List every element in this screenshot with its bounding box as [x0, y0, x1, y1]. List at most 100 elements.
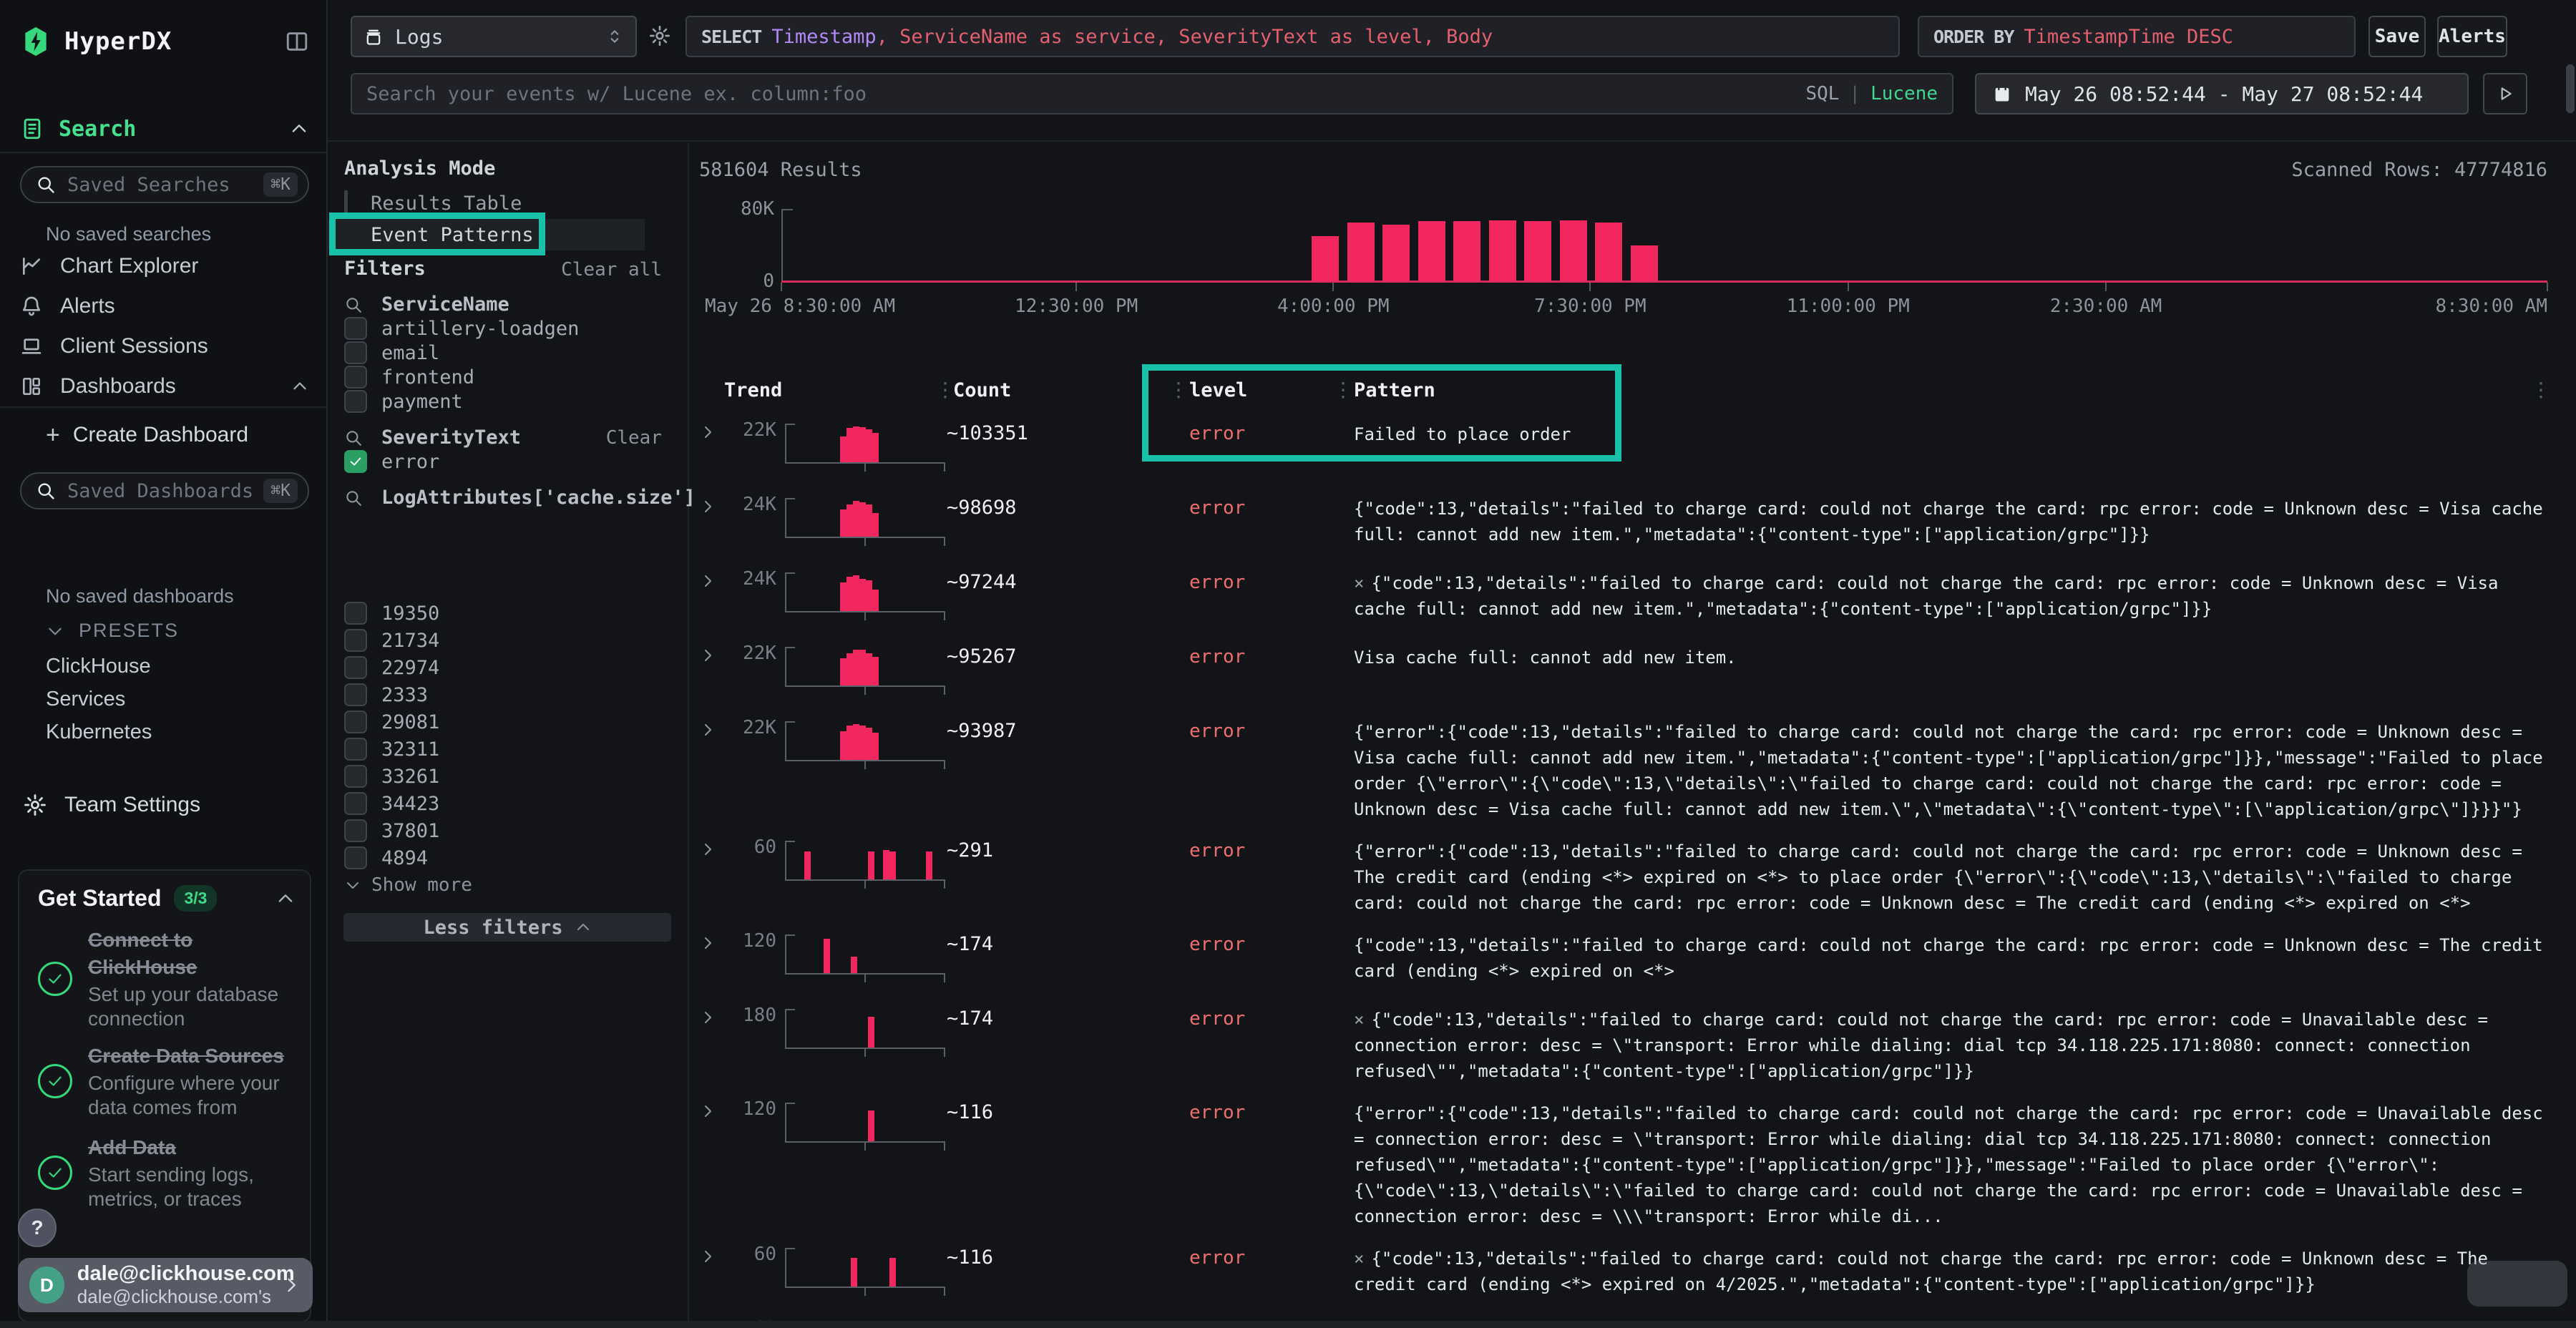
histogram-bar[interactable]	[1631, 245, 1658, 281]
search-icon[interactable]	[344, 296, 363, 314]
column-drag-handle-icon[interactable]: ⋮	[935, 378, 954, 401]
scrollbar-corner-thumb[interactable]	[2467, 1261, 2567, 1307]
column-drag-handle-icon[interactable]: ⋮	[1333, 378, 1352, 401]
checkbox-unchecked[interactable]	[344, 683, 367, 706]
run-query-button[interactable]	[2483, 73, 2527, 114]
get-started-item[interactable]: Connect to ClickHouseSet up your databas…	[38, 927, 298, 1031]
select-query-input[interactable]: SELECT Timestamp , ServiceName as servic…	[686, 16, 1900, 57]
source-select[interactable]: Logs	[351, 16, 637, 57]
expand-row-icon[interactable]	[699, 836, 723, 897]
filter-option-payment[interactable]: payment	[344, 389, 673, 414]
checkbox-unchecked[interactable]	[344, 792, 367, 815]
pattern-row[interactable]: 120~174error{"code":13,"details":"failed…	[691, 923, 2576, 997]
dismiss-x-icon[interactable]: ×	[1354, 573, 1364, 593]
create-dashboard-button[interactable]: + Create Dashboard	[46, 419, 248, 451]
filter-option-4894[interactable]: 4894	[344, 846, 673, 870]
pattern-row[interactable]: 22K~103351errorFailed to place order	[691, 412, 2576, 487]
filter-option-email[interactable]: email	[344, 341, 673, 365]
expand-row-icon[interactable]	[699, 1098, 723, 1158]
sidebar-item-search[interactable]: Search	[20, 112, 309, 146]
pattern-row[interactable]: 22K~93987error{"error":{"code":13,"detai…	[691, 710, 2576, 829]
date-range-picker[interactable]: May 26 08:52:44 - May 27 08:52:44	[1975, 73, 2469, 114]
checkbox-unchecked[interactable]	[344, 656, 367, 679]
show-more-link[interactable]: Show more	[344, 874, 472, 896]
mode-results-table[interactable]: Results Table	[328, 187, 645, 219]
get-started-item[interactable]: Add DataStart sending logs, metrics, or …	[38, 1134, 298, 1211]
saved-searches-input[interactable]: Saved Searches ⌘K	[20, 166, 309, 203]
preset-item-services[interactable]: Services	[46, 683, 309, 716]
user-menu[interactable]: D dale@clickhouse.com dale@clickhouse.co…	[18, 1258, 313, 1312]
pattern-row[interactable]: 24K~98698error{"code":13,"details":"fail…	[691, 487, 2576, 561]
column-header-pattern[interactable]: Pattern	[1354, 379, 1435, 401]
expand-row-icon[interactable]	[699, 1005, 723, 1065]
filter-option-29081[interactable]: 29081	[344, 710, 673, 734]
source-settings-gear-icon[interactable]	[648, 24, 671, 47]
histogram-bar[interactable]	[1524, 221, 1551, 281]
filter-option-32311[interactable]: 32311	[344, 737, 673, 761]
results-histogram[interactable]: 80K0May 26 8:30:00 AM12:30:00 PM4:00:00 …	[781, 204, 2547, 311]
pattern-row[interactable]: 180~174error×{"code":13,"details":"faile…	[691, 997, 2576, 1091]
expand-row-icon[interactable]	[699, 419, 723, 479]
save-button[interactable]: Save	[2368, 16, 2426, 57]
saved-dashboards-input[interactable]: Saved Dashboards ⌘K	[20, 472, 309, 509]
sidebar-collapse-icon[interactable]	[285, 29, 309, 54]
filter-option-34423[interactable]: 34423	[344, 791, 673, 816]
checkbox-unchecked[interactable]	[344, 629, 367, 652]
histogram-bar[interactable]	[1347, 223, 1375, 281]
expand-row-icon[interactable]	[699, 717, 723, 777]
pattern-row[interactable]: 120~116error{"error":{"code":13,"details…	[691, 1091, 2576, 1236]
filter-option-artillery-loadgen[interactable]: artillery-loadgen	[344, 316, 673, 341]
expand-row-icon[interactable]	[699, 494, 723, 554]
sidebar-item-dashboards[interactable]: Dashboards	[20, 366, 309, 406]
clear-all-link[interactable]: Clear all	[561, 259, 662, 280]
order-by-input[interactable]: ORDER BY TimestampTime DESC	[1918, 16, 2356, 57]
sidebar-item-team-settings[interactable]: Team Settings	[23, 787, 200, 823]
expand-row-icon[interactable]	[699, 930, 723, 990]
column-menu-icon[interactable]: ⋮	[2531, 378, 2550, 401]
pattern-row[interactable]: 60~116error×{"code":13,"details":"failed…	[691, 1236, 2576, 1311]
horizontal-scrollbar-track[interactable]	[0, 1321, 2576, 1328]
filter-option-37801[interactable]: 37801	[344, 819, 673, 843]
checkbox-unchecked[interactable]	[344, 846, 367, 869]
column-drag-handle-icon[interactable]: ⋮	[1169, 378, 1187, 401]
histogram-bar[interactable]	[1382, 225, 1410, 281]
search-icon[interactable]	[344, 489, 363, 507]
filter-option-frontend[interactable]: frontend	[344, 365, 673, 389]
filter-option-33261[interactable]: 33261	[344, 764, 673, 788]
lang-sql-toggle[interactable]: SQL	[1805, 83, 1839, 104]
dismiss-x-icon[interactable]: ×	[1354, 1249, 1364, 1269]
sidebar-item-alerts[interactable]: Alerts	[20, 286, 309, 326]
checkbox-unchecked[interactable]	[344, 819, 367, 842]
checkbox-unchecked[interactable]	[344, 341, 367, 364]
get-started-header[interactable]: Get Started 3/3	[38, 885, 296, 912]
checkbox-unchecked[interactable]	[344, 765, 367, 788]
sidebar-item-client-sessions[interactable]: Client Sessions	[20, 326, 309, 366]
pattern-row[interactable]: 24K~97244error×{"code":13,"details":"fai…	[691, 561, 2576, 635]
filter-option-2333[interactable]: 2333	[344, 683, 673, 707]
histogram-bar[interactable]	[1418, 221, 1445, 281]
histogram-bar[interactable]	[1489, 220, 1516, 281]
filter-option-error[interactable]: error	[344, 449, 673, 474]
checkbox-unchecked[interactable]	[344, 738, 367, 761]
get-started-item[interactable]: Create Data SourcesConfigure where your …	[38, 1043, 298, 1120]
lucene-search-input[interactable]: Search your events w/ Lucene ex. column:…	[351, 73, 1953, 114]
less-filters-button[interactable]: Less filters	[343, 913, 671, 942]
histogram-bar[interactable]	[1453, 221, 1480, 281]
expand-row-icon[interactable]	[699, 1244, 723, 1304]
sidebar-item-chart-explorer[interactable]: Chart Explorer	[20, 246, 309, 286]
clear-link[interactable]: Clear	[606, 427, 662, 449]
dismiss-x-icon[interactable]: ×	[1354, 1010, 1364, 1030]
preset-item-clickhouse[interactable]: ClickHouse	[46, 650, 309, 683]
filter-option-19350[interactable]: 19350	[344, 601, 673, 625]
histogram-bar[interactable]	[1560, 220, 1587, 281]
checkbox-unchecked[interactable]	[344, 602, 367, 625]
pattern-row[interactable]: 60~291error{"error":{"code":13,"details"…	[691, 829, 2576, 923]
checkbox-unchecked[interactable]	[344, 711, 367, 733]
alerts-button[interactable]: Alerts	[2437, 16, 2507, 57]
vertical-scrollbar-thumb[interactable]	[2566, 64, 2575, 113]
checkbox-unchecked[interactable]	[344, 366, 367, 389]
checkbox-unchecked[interactable]	[344, 390, 367, 413]
column-header-level[interactable]: level	[1189, 379, 1247, 401]
checkbox-unchecked[interactable]	[344, 317, 367, 340]
mode-event-patterns[interactable]: Event Patterns	[328, 219, 645, 250]
